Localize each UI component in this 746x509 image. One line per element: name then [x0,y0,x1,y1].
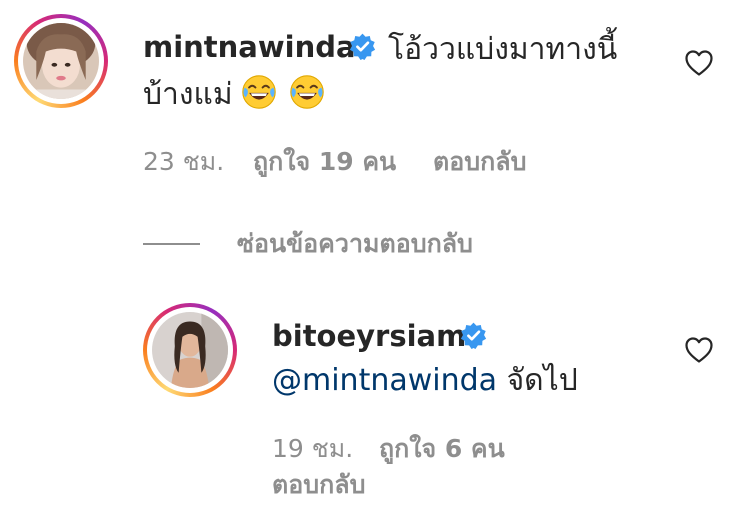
reply-reply-button[interactable]: ตอบกลับ [272,468,365,502]
comment-reply-button[interactable]: ตอบกลับ [433,145,526,179]
comment-likes-count[interactable]: ถูกใจ 19 คน [253,145,396,179]
reply-text: @mintnawinda จัดไป [272,358,578,404]
verified-badge-icon [349,33,376,60]
like-heart-icon[interactable] [684,336,714,364]
reply-username[interactable]: bitoeyrsiam [272,319,466,353]
reply-text-words: จัดไป [506,363,578,398]
mention-link[interactable]: @mintnawinda [272,363,497,398]
comment-timestamp[interactable]: 23 ชม. [143,145,224,179]
comment-text-line1: โอ้ววแบ่งมาทางนี้ [388,32,618,67]
comment-username[interactable]: mintnawinda [143,30,356,64]
reply-timestamp[interactable]: 19 ชม. [272,432,353,466]
avatar-bitoeyrsiam[interactable] [143,303,237,397]
avatar-mintnawinda[interactable] [14,14,108,108]
avatar-photo [23,23,99,99]
comment-text-line2: บ้างแม่ [143,72,325,118]
hide-replies-button[interactable]: ซ่อนข้อความตอบกลับ [237,227,473,261]
comment-text-line2-words: บ้างแม่ [143,77,233,112]
laughing-emoji-icon [289,75,324,109]
hide-replies-divider [143,243,200,245]
verified-badge-icon [460,322,487,349]
reply-likes-count[interactable]: ถูกใจ 6 คน [379,432,505,466]
avatar-photo [152,312,228,388]
laughing-emoji-icon [241,75,276,109]
like-heart-icon[interactable] [684,49,714,77]
